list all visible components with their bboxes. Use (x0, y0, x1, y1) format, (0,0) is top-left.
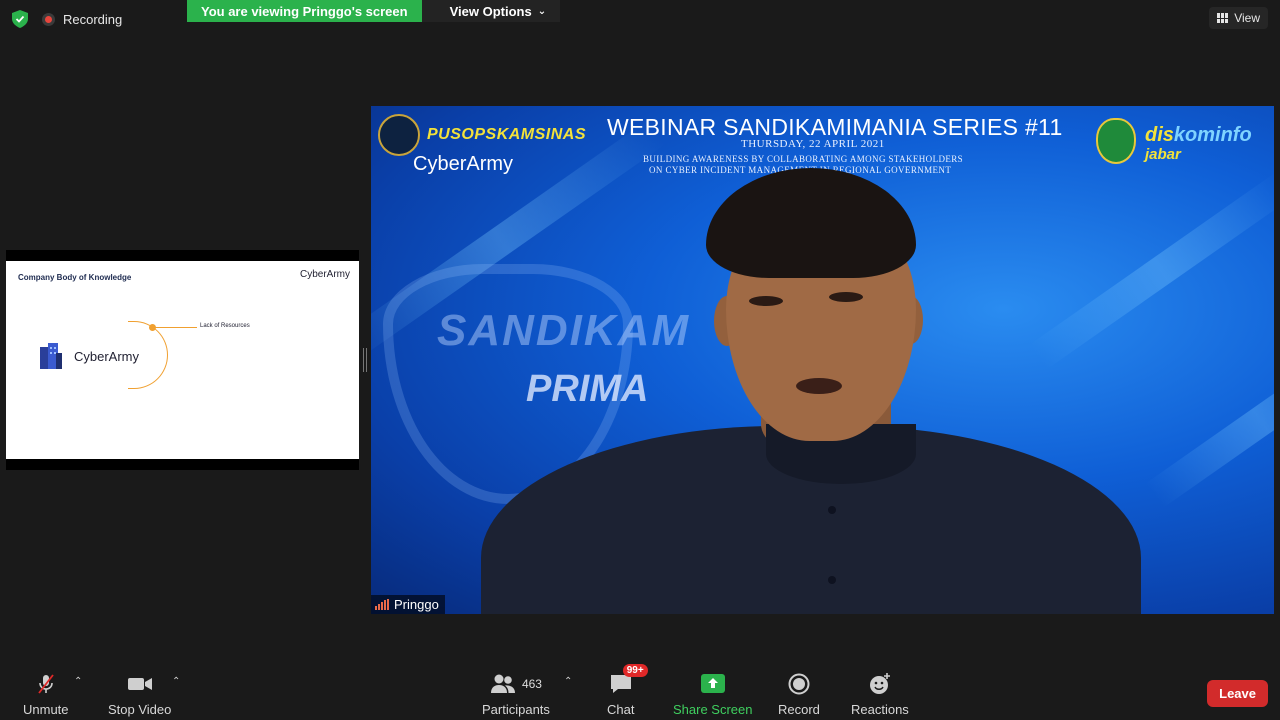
speaker-eye (749, 296, 783, 306)
slide-item-label: Lack of Resources (200, 323, 250, 329)
diagram-arc (128, 321, 168, 389)
speaker-name-tag: Pringgo (371, 595, 445, 614)
presentation-slide: Company Body of Knowledge CyberArmy Cybe… (6, 261, 359, 459)
webinar-title: WEBINAR SANDIKAMIMANIA SERIES #11 (607, 114, 1063, 140)
record-dot-icon (42, 12, 55, 26)
reactions-icon-wrap (868, 672, 892, 696)
webinar-subtitle-line-1: BUILDING AWARENESS BY COLLABORATING AMON… (643, 154, 964, 164)
view-options-button[interactable]: View Options ⌄ (421, 0, 561, 22)
reactions-label: Reactions (851, 702, 909, 717)
stop-video-button[interactable]: Stop Video (108, 672, 171, 717)
shared-screen-thumbnail[interactable]: Company Body of Knowledge CyberArmy Cybe… (6, 250, 359, 470)
watermark-prima: PRIMA (526, 368, 649, 410)
diagram-connector (152, 327, 197, 328)
participants-icon (490, 674, 515, 693)
building-icon (40, 343, 62, 369)
diskominfo-part-1: dis (1145, 124, 1174, 146)
meeting-status: Recording (12, 10, 122, 28)
grid-view-icon (1217, 13, 1229, 23)
recording-label: Recording (63, 11, 123, 27)
record-label: Record (778, 702, 820, 717)
watermark-sandikam: SANDIKAM (437, 306, 691, 355)
meeting-toolbar: Unmute ⌃ Stop Video ⌃ 463 Participants ⌃ (0, 660, 1280, 720)
slide-logo-top: CyberArmy (299, 269, 350, 280)
slide-title: Company Body of Knowledge (18, 273, 132, 282)
unmute-label: Unmute (23, 702, 69, 717)
mic-icon-wrap (34, 672, 58, 696)
participants-icon-wrap: 463 (490, 672, 542, 696)
view-button[interactable]: View (1209, 7, 1268, 29)
share-screen-icon (700, 674, 725, 693)
participants-count: 463 (521, 677, 542, 691)
chat-button[interactable]: 99+ Chat (607, 664, 648, 717)
video-camera-icon (127, 678, 152, 690)
slide-center-logo: CyberArmy (36, 341, 139, 371)
diskominfo-part-2: kominfo (1173, 124, 1252, 146)
view-options-label: View Options (449, 3, 532, 19)
unmute-button[interactable]: Unmute (23, 672, 69, 717)
jabar-logo-text: jabar (1145, 146, 1181, 163)
mic-muted-icon (38, 674, 54, 694)
pusopskamsinas-logo (378, 114, 420, 156)
speaker-hair (706, 168, 916, 278)
recording-indicator[interactable]: Recording (42, 12, 122, 27)
video-options-caret[interactable]: ⌃ (172, 676, 180, 687)
speaker-mouth (796, 378, 842, 394)
participants-button[interactable]: 463 Participants (482, 672, 550, 717)
speaker-video[interactable]: SANDIKAM PRIMA PUSOPSKAMSINAS CyberArmy … (371, 106, 1274, 614)
record-icon-wrap (788, 672, 810, 696)
audio-options-caret[interactable]: ⌃ (74, 676, 82, 687)
share-screen-label: Share Screen (673, 702, 753, 717)
record-button[interactable]: Record (778, 672, 820, 717)
diskominfo-logo: diskominfo (1145, 124, 1252, 147)
diagram-node (149, 324, 156, 331)
view-label: View (1234, 11, 1260, 25)
video-icon-wrap (127, 672, 153, 696)
record-icon (788, 673, 810, 695)
chat-icon-wrap: 99+ (609, 664, 648, 696)
stop-video-label: Stop Video (108, 702, 172, 717)
reactions-button[interactable]: Reactions (851, 672, 909, 717)
shirt-button (828, 506, 836, 514)
viewing-screen-label: You are viewing Pringgo's screen (187, 0, 422, 22)
chat-unread-badge: 99+ (622, 664, 648, 677)
leave-button[interactable]: Leave (1207, 680, 1268, 707)
share-icon-wrap (700, 672, 726, 696)
participants-label: Participants (482, 702, 550, 717)
signal-strength-icon (375, 599, 389, 610)
shirt-button (828, 576, 836, 584)
share-screen-button[interactable]: Share Screen (673, 672, 753, 717)
speaker-name: Pringgo (394, 597, 439, 612)
cyberarmy-logo: CyberArmy (413, 153, 514, 175)
background-streak (1029, 172, 1274, 370)
jabar-emblem (1096, 118, 1136, 164)
viewing-banner: You are viewing Pringgo's screen View Op… (187, 0, 561, 22)
panel-splitter-handle[interactable] (363, 348, 367, 372)
shield-icon[interactable] (12, 10, 28, 28)
webinar-date: THURSDAY, 22 APRIL 2021 (741, 138, 885, 150)
background-streak (1145, 334, 1274, 508)
smiley-plus-icon (869, 673, 890, 694)
speaker-eye (829, 292, 863, 302)
org-name: PUSOPSKAMSINAS (427, 126, 587, 143)
participants-options-caret[interactable]: ⌃ (564, 676, 572, 687)
chat-label: Chat (607, 702, 635, 717)
chevron-down-icon: ⌄ (537, 5, 547, 17)
